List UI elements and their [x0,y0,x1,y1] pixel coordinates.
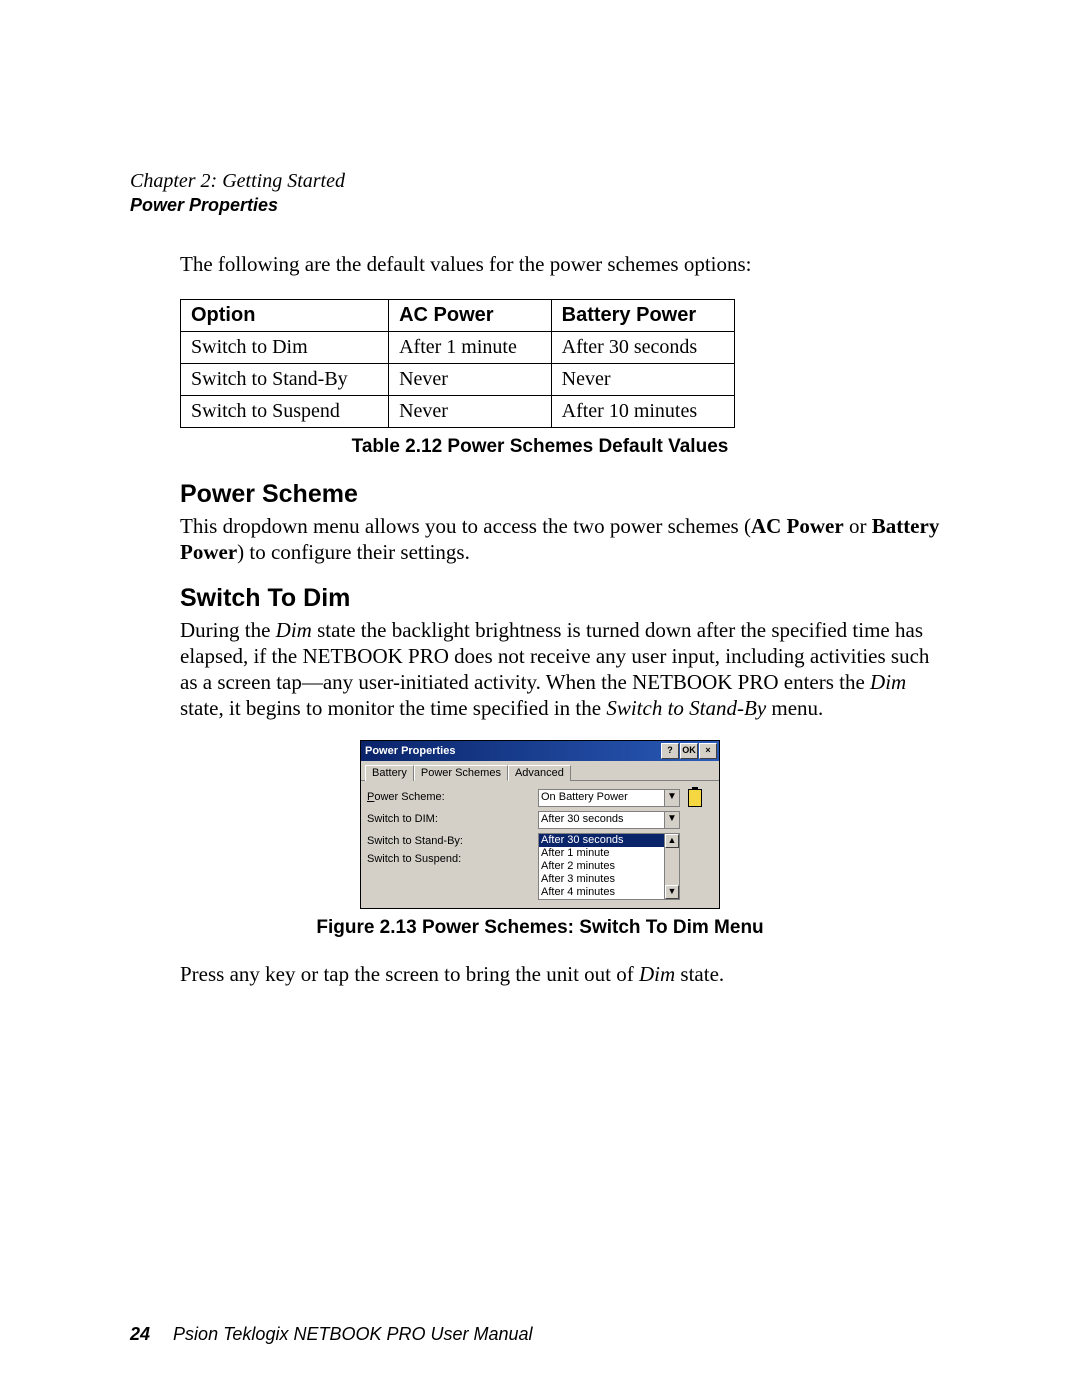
tab-battery[interactable]: Battery [365,765,414,781]
switch-to-dim-dropdown[interactable]: After 30 seconds ▼ [538,811,680,829]
ok-button[interactable]: OK [680,743,698,759]
dropdown-value: After 30 seconds [539,812,664,828]
chevron-down-icon[interactable]: ▼ [664,812,679,828]
cell: Switch to Suspend [181,396,389,428]
dialog-title: Power Properties [365,745,660,757]
th-option: Option [181,300,389,332]
accel: P [367,791,374,803]
close-button[interactable]: × [699,743,717,759]
figure-caption: Figure 2.13 Power Schemes: Switch To Dim… [130,917,950,939]
cell: After 1 minute [389,332,552,364]
cell: After 10 minutes [551,396,734,428]
tab-power-schemes[interactable]: Power Schemes [414,765,508,781]
text: menu. [766,696,823,720]
section-line: Power Properties [130,195,950,216]
list-item[interactable]: After 30 seconds [539,834,664,847]
power-properties-dialog: Power Properties ? OK × Battery Power Sc… [360,740,720,909]
cell: Never [389,364,552,396]
heading-power-scheme: Power Scheme [180,480,950,509]
tab-advanced[interactable]: Advanced [508,765,571,781]
chevron-down-icon[interactable]: ▼ [664,790,679,806]
list-item[interactable]: After 3 minutes [539,873,664,886]
help-button[interactable]: ? [661,743,679,759]
text: state, it begins to monitor the time spe… [180,696,606,720]
para-power-scheme: This dropdown menu allows you to access … [180,513,950,566]
cell: Switch to Dim [181,332,389,364]
label-switch-to-standby: Switch to Stand-By: [367,835,532,847]
th-ac: AC Power [389,300,552,332]
power-scheme-dropdown[interactable]: On Battery Power ▼ [538,789,680,807]
chapter-line: Chapter 2: Getting Started [130,170,950,193]
text: ) to configure their settings. [237,540,470,564]
switch-to-dim-list[interactable]: After 30 seconds After 1 minute After 2 … [538,833,680,900]
list-item[interactable]: After 2 minutes [539,860,664,873]
heading-switch-to-dim: Switch To Dim [180,584,950,613]
list-item[interactable]: After 1 minute [539,847,664,860]
italic: Switch to Stand-By [606,696,766,720]
cell: Switch to Stand-By [181,364,389,396]
text: Press any key or tap the screen to bring… [180,962,639,986]
table-row: Switch to Dim After 1 minute After 30 se… [181,332,735,364]
tabs-row: Battery Power Schemes Advanced [361,761,719,781]
list-item[interactable]: After 4 minutes [539,886,664,899]
dropdown-value: On Battery Power [539,790,664,806]
bold: AC Power [751,514,844,538]
th-batt: Battery Power [551,300,734,332]
footer-title: Psion Teklogix NETBOOK PRO User Manual [173,1324,532,1344]
cell: After 30 seconds [551,332,734,364]
battery-icon [688,789,702,807]
footer: 24 Psion Teklogix NETBOOK PRO User Manua… [130,1324,533,1345]
intro-text: The following are the default values for… [180,252,950,277]
para-press-any-key: Press any key or tap the screen to bring… [180,961,950,987]
italic: Dim [276,618,312,642]
table-caption: Table 2.12 Power Schemes Default Values [130,436,950,458]
text: During the [180,618,276,642]
scroll-down-icon[interactable]: ▼ [665,885,679,899]
table-row: Switch to Suspend Never After 10 minutes [181,396,735,428]
table-row: Switch to Stand-By Never Never [181,364,735,396]
page-number: 24 [130,1324,150,1344]
text: state. [675,962,724,986]
text: or [844,514,872,538]
scrollbar[interactable]: ▲ ▼ [664,834,679,899]
defaults-table: Option AC Power Battery Power Switch to … [180,299,735,428]
label-switch-to-dim: Switch to DIM: [367,811,532,825]
scroll-up-icon[interactable]: ▲ [665,834,679,848]
text: This dropdown menu allows you to access … [180,514,751,538]
cell: Never [551,364,734,396]
cell: Never [389,396,552,428]
label-switch-to-suspend: Switch to Suspend: [367,853,532,865]
label-power-scheme: Power Scheme: [367,789,532,803]
italic: Dim [870,670,906,694]
titlebar[interactable]: Power Properties ? OK × [361,741,719,761]
para-switch-to-dim: During the Dim state the backlight brigh… [180,617,950,722]
italic: Dim [639,962,675,986]
